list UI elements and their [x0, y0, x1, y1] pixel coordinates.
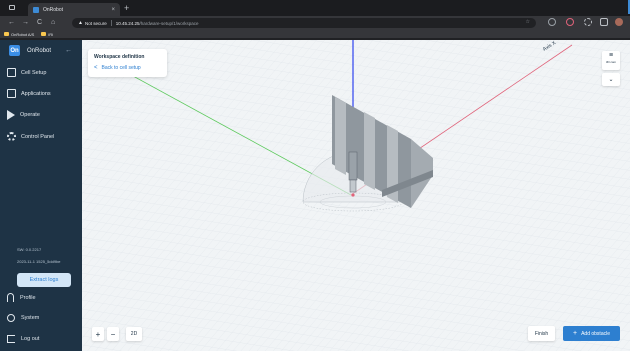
back-to-cell-setup-link[interactable]: < Back to cell setup: [94, 65, 161, 71]
sidebar-item-label: Cell Setup: [21, 69, 47, 76]
sidebar-item-label: Control Panel: [21, 133, 55, 140]
bookmark-label: iRi: [48, 31, 54, 37]
sidebar-item-label: System: [21, 315, 40, 321]
sidebar-item-control-panel[interactable]: Control Panel: [7, 132, 54, 141]
app-sidebar: On OnRobot ← Cell Setup Applications Ope…: [0, 40, 82, 351]
gear-icon: [7, 132, 16, 141]
sidebar-item-label: Operate: [20, 112, 40, 118]
collapse-sidebar-icon[interactable]: ←: [65, 47, 72, 54]
extension-icon[interactable]: [566, 18, 574, 26]
back-arrow-icon[interactable]: ←: [8, 18, 15, 27]
extension-icon[interactable]: [548, 18, 556, 26]
add-obstacle-label: Add obstacle: [581, 330, 610, 337]
new-tab-button[interactable]: +: [124, 3, 129, 13]
window-menu-icon[interactable]: [9, 5, 15, 10]
plus-icon: +: [572, 330, 578, 337]
tab-title: OnRobot: [43, 6, 64, 13]
scene-3d: Axis X: [82, 40, 630, 351]
forward-arrow-icon[interactable]: →: [22, 18, 29, 27]
bookmark-star-icon[interactable]: ☆: [526, 19, 530, 25]
zoom-out-button[interactable]: −: [107, 327, 119, 341]
home-icon[interactable]: ⌂: [51, 18, 55, 27]
workspace-3d-canvas[interactable]: Axis X Workspace definition < Back to ce…: [82, 40, 630, 351]
menu-icon: ≡: [608, 52, 614, 59]
extract-logs-button[interactable]: Extract logs: [17, 273, 71, 287]
url-path: /hardware-setup/1/workspace: [139, 20, 199, 26]
build-info: 2023-11-1 1525_5dd9be: [17, 259, 61, 264]
browser-window: OnRobot × + ← → C ⌂ ▲ Not secure 10.45.2…: [0, 0, 630, 351]
camera-view-label: 3D cam: [605, 60, 617, 64]
reload-icon[interactable]: C: [37, 18, 42, 27]
chevron-left-icon: <: [94, 65, 98, 71]
sidebar-item-cell-setup[interactable]: Cell Setup: [7, 68, 46, 77]
view-dropdown-button[interactable]: ⌄: [602, 73, 620, 86]
wall-panel-shade: [364, 112, 375, 190]
address-bar[interactable]: ▲ Not secure 10.45.24.25 /hardware-setup…: [72, 18, 536, 28]
tab-strip: OnRobot × +: [0, 0, 630, 16]
zoom-in-button[interactable]: +: [92, 327, 104, 341]
workspace-definition-card: Workspace definition < Back to cell setu…: [88, 49, 167, 77]
tab-close-icon[interactable]: ×: [111, 7, 115, 13]
cell-setup-icon: [7, 68, 16, 77]
window-corner: [616, 0, 630, 14]
add-obstacle-button[interactable]: + Add obstacle: [563, 326, 620, 341]
warning-icon: ▲: [78, 20, 83, 26]
onrobot-favicon-icon: [33, 6, 39, 13]
robot-tool: [348, 151, 358, 181]
workspace-title: Workspace definition: [94, 54, 145, 60]
security-status: Not secure: [84, 20, 107, 26]
brand-name: OnRobot: [27, 47, 52, 54]
profile-avatar[interactable]: [615, 18, 623, 26]
navigation-bar: ← → C ⌂ ▲ Not secure 10.45.24.25 /hardwa…: [0, 16, 630, 30]
sidebar-item-logout[interactable]: Log out: [7, 335, 39, 343]
brand: On OnRobot: [9, 45, 51, 56]
folder-icon: [41, 32, 47, 36]
address-separator: [110, 20, 112, 26]
bookmark-label: OnRobot A/S: [11, 31, 35, 37]
tool-center-point: [351, 193, 355, 197]
applications-icon: [7, 89, 16, 98]
sidebar-panel-icon[interactable]: [600, 18, 608, 26]
sidebar-item-label: Log out: [21, 336, 40, 342]
robot-tool-tip: [349, 179, 357, 193]
play-icon: [7, 110, 15, 120]
extensions-puzzle-icon[interactable]: [584, 18, 592, 26]
bookmark-item[interactable]: OnRobot A/S: [4, 32, 34, 37]
bookmarks-bar: OnRobot A/S iRi: [0, 30, 630, 39]
browser-tab[interactable]: OnRobot ×: [28, 3, 120, 16]
user-icon: [7, 293, 14, 302]
view-2d-button[interactable]: 2D: [126, 327, 142, 341]
sidebar-item-profile[interactable]: Profile: [7, 293, 36, 302]
sidebar-item-system[interactable]: System: [7, 314, 39, 322]
sidebar-item-label: Profile: [20, 294, 36, 301]
sidebar-item-label: Applications: [21, 90, 51, 97]
folder-icon: [4, 32, 9, 36]
url-host: 10.45.24.25: [115, 20, 140, 26]
onrobot-logo-icon: On: [9, 45, 20, 56]
finish-button[interactable]: Finish: [528, 326, 555, 341]
sidebar-item-operate[interactable]: Operate: [7, 110, 40, 120]
sidebar-item-applications[interactable]: Applications: [7, 89, 51, 98]
bookmark-item[interactable]: iRi: [41, 32, 53, 37]
camera-view-button[interactable]: ≡ 3D cam: [602, 51, 620, 70]
logout-icon: [7, 335, 15, 343]
software-version: SW: 0.0.2217: [17, 247, 42, 252]
wall-panel-shade: [335, 97, 346, 175]
system-icon: [7, 314, 15, 322]
back-link-label: Back to cell setup: [101, 65, 141, 71]
